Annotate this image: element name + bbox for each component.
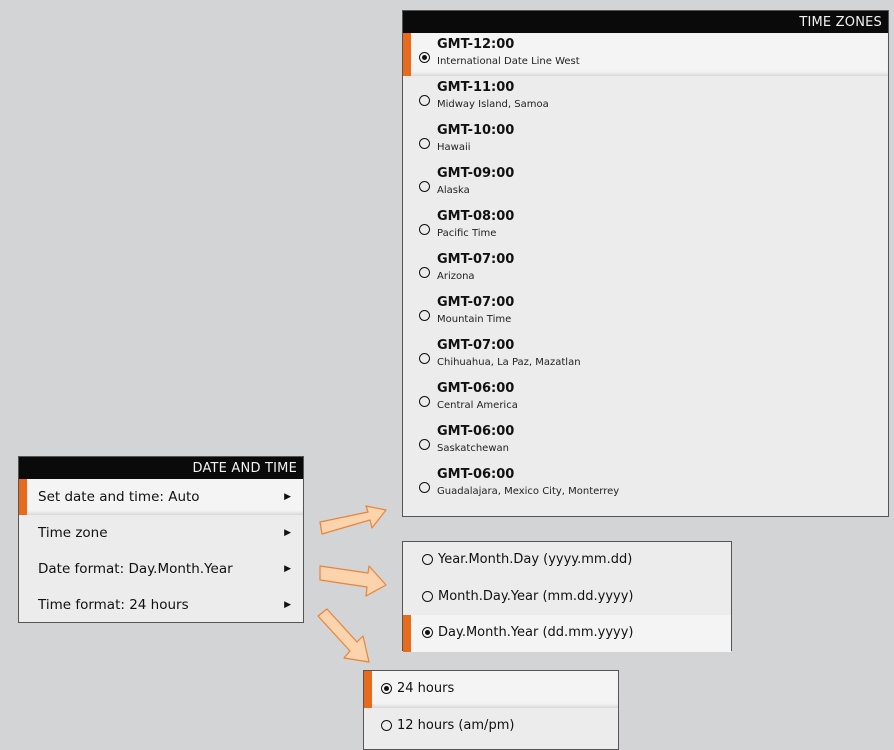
chevron-right-icon: ▶ — [284, 528, 291, 538]
time-zone-offset: GMT-06:00 — [437, 467, 515, 482]
time-zone-option[interactable]: GMT-07:00 Chihuahua, La Paz, Mazatlan — [403, 334, 888, 377]
radio-unselected-icon — [419, 224, 430, 235]
arrow-to-time-zones — [319, 505, 387, 535]
radio-unselected-icon — [419, 181, 430, 192]
date-and-time-header: DATE AND TIME — [19, 457, 303, 479]
time-zone-option[interactable]: GMT-10:00 Hawaii — [403, 119, 888, 162]
radio-unselected-icon — [419, 310, 430, 321]
radio-unselected-icon — [419, 353, 430, 364]
time-zone-offset: GMT-07:00 — [437, 252, 515, 267]
time-zone-region: Midway Island, Samoa — [437, 99, 549, 110]
time-format-option[interactable]: 24 hours — [364, 671, 618, 708]
chevron-right-icon: ▶ — [284, 600, 291, 610]
time-zone-region: Guadalajara, Mexico City, Monterrey — [437, 486, 620, 497]
radio-unselected-icon — [419, 138, 430, 149]
date-format-option[interactable]: Month.Day.Year (mm.dd.yyyy) — [403, 579, 731, 616]
time-zone-region: International Date Line West — [437, 56, 580, 67]
radio-unselected-icon — [419, 396, 430, 407]
time-zone-option[interactable]: GMT-11:00 Midway Island, Samoa — [403, 76, 888, 119]
radio-selected-icon — [422, 627, 433, 638]
time-zone-region: Arizona — [437, 271, 475, 282]
time-zone-option[interactable]: GMT-06:00 Saskatchewan — [403, 420, 888, 463]
time-zone-option[interactable]: GMT-09:00 Alaska — [403, 162, 888, 205]
radio-unselected-icon — [422, 590, 433, 602]
time-zone-offset: GMT-09:00 — [437, 166, 515, 181]
menu-item-time-format[interactable]: Time format: 24 hours ▶ — [19, 587, 303, 623]
time-zone-offset: GMT-11:00 — [437, 80, 515, 95]
time-zone-region: Saskatchewan — [437, 443, 509, 454]
radio-unselected-icon — [419, 439, 430, 450]
time-zone-option[interactable]: GMT-07:00 Mountain Time — [403, 291, 888, 334]
menu-item-label: Time zone — [38, 525, 108, 541]
time-format-options: 24 hours 12 hours (am/pm) — [363, 670, 619, 750]
radio-selected-icon — [419, 52, 430, 63]
menu-item-label: Date format: Day.Month.Year — [38, 561, 233, 577]
time-zones-header: TIME ZONES — [403, 11, 888, 33]
chevron-right-icon: ▶ — [284, 492, 291, 502]
time-zone-region: Chihuahua, La Paz, Mazatlan — [437, 357, 581, 368]
time-zone-offset: GMT-06:00 — [437, 381, 515, 396]
selection-indicator — [364, 671, 372, 708]
time-zone-offset: GMT-07:00 — [437, 338, 515, 353]
time-zone-option[interactable]: GMT-07:00 Arizona — [403, 248, 888, 291]
date-format-label: Year.Month.Day (yyyy.mm.dd) — [438, 552, 633, 567]
radio-unselected-icon — [419, 95, 430, 106]
time-zone-region: Central America — [437, 400, 518, 411]
chevron-right-icon: ▶ — [284, 564, 291, 574]
date-format-label: Day.Month.Year (dd.mm.yyyy) — [438, 625, 634, 640]
selection-indicator — [19, 479, 27, 515]
time-zone-region: Mountain Time — [437, 314, 512, 325]
time-zone-option[interactable]: GMT-06:00 Guadalajara, Mexico City, Mont… — [403, 463, 888, 506]
time-zone-offset: GMT-12:00 — [437, 37, 515, 52]
radio-unselected-icon — [419, 267, 430, 278]
time-zone-option[interactable]: GMT-08:00 Pacific Time — [403, 205, 888, 248]
time-zone-option[interactable]: GMT-12:00 International Date Line West — [403, 33, 888, 76]
menu-item-set-date-time[interactable]: Set date and time: Auto ▶ — [19, 479, 303, 515]
arrow-to-date-format — [319, 565, 387, 597]
radio-unselected-icon — [381, 720, 392, 731]
selection-indicator — [403, 33, 411, 76]
time-zone-region: Alaska — [437, 185, 470, 196]
arrow-to-time-format — [317, 608, 370, 663]
time-zone-offset: GMT-07:00 — [437, 295, 515, 310]
menu-item-date-format[interactable]: Date format: Day.Month.Year ▶ — [19, 551, 303, 587]
date-format-label: Month.Day.Year (mm.dd.yyyy) — [438, 588, 634, 604]
date-and-time-menu: DATE AND TIME Set date and time: Auto ▶ … — [18, 456, 304, 623]
date-format-option[interactable]: Year.Month.Day (yyyy.mm.dd) — [403, 542, 731, 579]
time-format-label: 24 hours — [397, 681, 455, 696]
radio-unselected-icon — [419, 482, 430, 493]
time-zones-list: TIME ZONES GMT-12:00 International Date … — [402, 10, 889, 517]
menu-item-label: Time format: 24 hours — [38, 597, 189, 613]
time-zone-offset: GMT-10:00 — [437, 123, 515, 138]
time-zone-offset: GMT-08:00 — [437, 209, 515, 224]
time-zone-region: Hawaii — [437, 142, 471, 153]
time-zone-region: Pacific Time — [437, 228, 497, 239]
radio-selected-icon — [381, 683, 392, 694]
menu-item-time-zone[interactable]: Time zone ▶ — [19, 515, 303, 551]
time-zone-option[interactable]: GMT-06:00 Central America — [403, 377, 888, 420]
date-format-option[interactable]: Day.Month.Year (dd.mm.yyyy) — [403, 615, 731, 652]
selection-indicator — [403, 615, 411, 652]
radio-unselected-icon — [422, 554, 433, 565]
time-zone-offset: GMT-06:00 — [437, 424, 515, 439]
time-format-option[interactable]: 12 hours (am/pm) — [364, 708, 618, 745]
menu-item-label: Set date and time: Auto — [38, 489, 200, 505]
date-format-options: Year.Month.Day (yyyy.mm.dd) Month.Day.Ye… — [402, 541, 732, 652]
